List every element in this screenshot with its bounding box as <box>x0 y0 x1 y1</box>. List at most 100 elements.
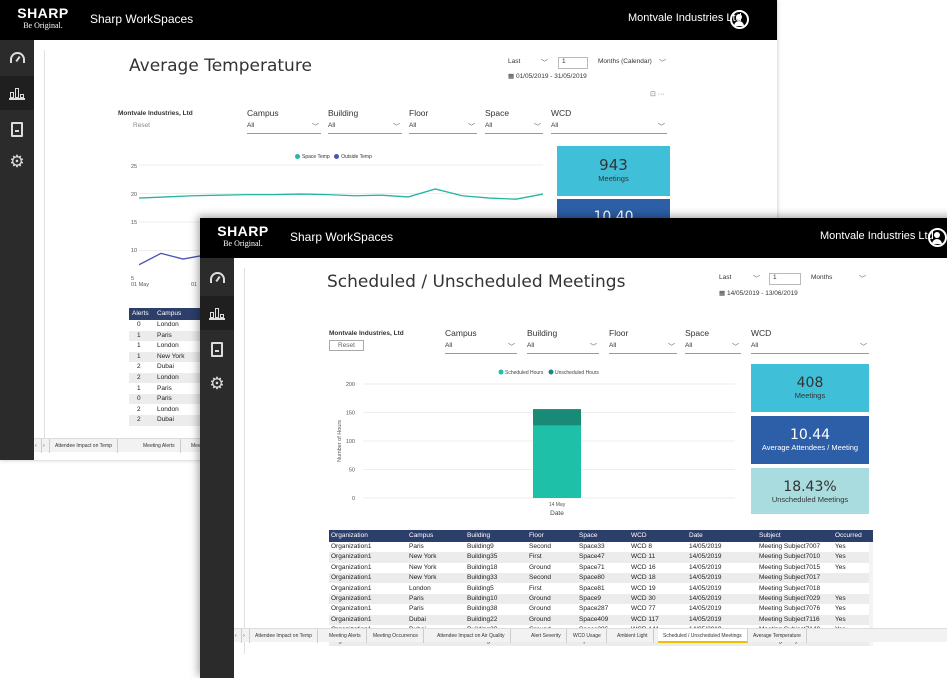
table-cell: Space287 <box>579 605 609 613</box>
table-cell: 2 <box>137 363 141 371</box>
report-icon <box>211 341 223 357</box>
table-row[interactable]: Organization1 Paris Building9 Second Space33… <box>329 542 869 552</box>
period-unit-select[interactable]: Months (Calendar) <box>598 58 666 70</box>
table-cell: Space47 <box>579 553 605 561</box>
column-header[interactable]: Date <box>689 532 703 539</box>
app-title: Sharp WorkSpaces <box>90 12 194 26</box>
building-select[interactable]: All ﹀ <box>328 122 402 134</box>
space-select[interactable]: All ﹀ <box>485 122 543 134</box>
legend-dot <box>295 154 300 160</box>
tab-attendee-impact-on-temp[interactable]: Attendee Impact on Temp <box>250 629 318 643</box>
table-cell: WCD 117 <box>631 615 659 623</box>
y-tick-label: 100 <box>346 439 355 445</box>
tab-scroll-left[interactable]: ‹ <box>34 439 42 453</box>
period-count-input[interactable]: 1 <box>769 273 801 285</box>
wcd-select[interactable]: All ﹀ <box>551 122 667 134</box>
y-tick-label: 50 <box>349 468 355 474</box>
nav-settings[interactable]: ⚙ <box>200 366 234 400</box>
table-cell: New York <box>409 574 437 582</box>
period-count-input[interactable]: 1 <box>558 57 588 69</box>
table-cell: 14/05/2019 <box>689 584 722 592</box>
campus-select[interactable]: All ﹀ <box>247 122 321 134</box>
column-header[interactable]: Building <box>467 532 490 539</box>
table-row[interactable]: Organization1 New York Building33 Second Spa… <box>329 573 869 584</box>
tab-scheduled-unscheduled-meetings[interactable]: Scheduled / Unscheduled Meetings <box>658 629 748 643</box>
tab-meeting-occurrence[interactable]: Meeting Occurrence <box>368 629 425 643</box>
reset-button[interactable]: Reset <box>133 122 150 129</box>
table-cell: Space71 <box>579 563 605 571</box>
floor-select[interactable]: All ﹀ <box>609 342 677 354</box>
table-cell: WCD 11 <box>631 553 656 561</box>
tab-scroll-right[interactable]: › <box>242 629 250 643</box>
tab-wcd-usage[interactable]: WCD Usage <box>568 629 607 643</box>
column-header[interactable]: WCD <box>631 532 647 539</box>
user-account-icon[interactable] <box>928 228 947 247</box>
nav-analytics[interactable] <box>200 296 234 330</box>
table-cell: Building9 <box>467 543 494 550</box>
tab-alert-severity[interactable]: Alert Severity <box>526 629 567 643</box>
table-cell: Yes <box>835 605 846 613</box>
tab-scroll-left[interactable]: ‹ <box>234 629 242 643</box>
table-cell: Meeting Subject7018 <box>759 584 821 592</box>
floor-select[interactable]: All ﹀ <box>409 122 477 134</box>
table-row[interactable]: Organization1 Dubai Building22 Ground Space4… <box>329 614 869 626</box>
calendar-icon: ▦ <box>719 290 727 297</box>
tab-attendee-impact-on-air-quality[interactable]: Attendee Impact on Air Quality <box>432 629 511 643</box>
legend-label: Unscheduled Hours <box>555 370 599 376</box>
nav-analytics[interactable] <box>0 76 34 110</box>
nav-dashboard[interactable] <box>0 40 34 74</box>
table-cell: Yes <box>835 553 846 561</box>
table-cell: 1 <box>137 384 141 392</box>
top-bar: SHARP Be Original. Sharp WorkSpaces Mont… <box>200 218 947 258</box>
column-header[interactable]: Campus <box>409 532 433 539</box>
table-cell: New York <box>157 352 185 360</box>
space-select[interactable]: All ﹀ <box>685 342 741 354</box>
tab-attendee-impact-temp[interactable]: Attendee Impact on Temp <box>50 439 118 453</box>
table-cell: Space33 <box>579 543 605 550</box>
table-cell: Paris <box>157 395 172 403</box>
building-select[interactable]: All ﹀ <box>527 342 599 354</box>
card-label: Meetings <box>794 391 826 400</box>
campus-select[interactable]: All ﹀ <box>445 342 517 354</box>
table-cell: 14/05/2019 <box>689 605 722 613</box>
period-mode-select[interactable]: Last <box>508 58 530 70</box>
tab-average-temperature[interactable]: Average Temperature <box>748 629 807 643</box>
sharp-logo: SHARP Be Original. <box>217 223 269 248</box>
bar-chart-icon <box>209 306 225 320</box>
visual-options-icon[interactable]: ⊡ ··· <box>650 90 665 98</box>
nav-settings[interactable]: ⚙ <box>0 144 34 178</box>
table-cell: Space9 <box>579 595 602 602</box>
column-header[interactable]: Organization <box>331 532 368 539</box>
table-row[interactable]: Organization1 Paris Building10 Ground Space9… <box>329 594 869 605</box>
tab-ambient-light[interactable]: Ambient Light <box>612 629 654 643</box>
reset-button[interactable]: Reset <box>329 340 364 351</box>
user-account-icon[interactable] <box>730 10 749 29</box>
table-cell: 1 <box>137 352 141 360</box>
table-cell: Yes <box>835 615 846 623</box>
chevron-down-icon: ﹀ <box>659 60 666 67</box>
column-header[interactable]: Occurred <box>835 532 862 539</box>
column-header[interactable]: Space <box>579 532 597 539</box>
wcd-select[interactable]: All ﹀ <box>751 342 869 354</box>
tab-meeting-alerts[interactable]: Meeting Alerts <box>324 629 367 643</box>
nav-dashboard[interactable] <box>200 260 234 294</box>
tab-scroll-right[interactable]: › <box>42 439 50 453</box>
tab-meeting-alerts[interactable]: Meeting Alerts <box>138 439 181 453</box>
column-header[interactable]: Floor <box>529 532 544 539</box>
column-header[interactable]: Subject <box>759 532 781 539</box>
app-title: Sharp WorkSpaces <box>290 230 394 244</box>
nav-reports[interactable] <box>200 332 234 366</box>
wcd-label: WCD <box>551 108 572 118</box>
period-mode-select[interactable]: Last <box>719 274 741 286</box>
nav-reports[interactable] <box>0 112 34 146</box>
table-row[interactable]: Organization1 New York Building18 Ground Spa… <box>329 563 869 573</box>
table-row[interactable]: Organization1 London Building5 First Space81… <box>329 584 869 594</box>
table-cell: Ground <box>529 615 551 623</box>
y-tick-label: 150 <box>346 411 355 417</box>
org-label: Montvale Industries, Ltd <box>329 330 404 337</box>
table-row[interactable]: Organization1 New York Building35 First Spac… <box>329 552 869 563</box>
table-row[interactable]: Organization1 Paris Building38 Ground Space2… <box>329 604 869 614</box>
org-label: Montvale Industries, Ltd <box>118 110 193 117</box>
period-unit-select[interactable]: Months <box>811 274 861 286</box>
bar-chart-icon <box>9 86 25 100</box>
